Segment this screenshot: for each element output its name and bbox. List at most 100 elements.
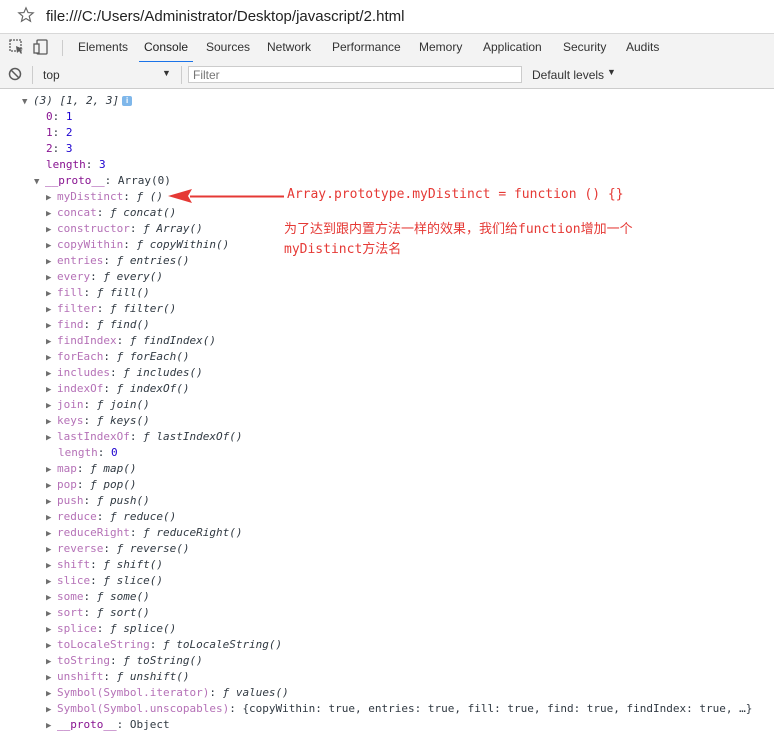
proto-property-row[interactable]: ▶ filter: ƒ filter() (46, 301, 176, 317)
proto-property-row[interactable]: ▶ fill: ƒ fill() (46, 285, 150, 301)
collapsed-triangle-icon[interactable]: ▶ (46, 222, 57, 238)
collapsed-triangle-icon[interactable]: ▶ (46, 670, 57, 686)
collapsed-triangle-icon[interactable]: ▶ (46, 638, 57, 654)
chevron-down-icon[interactable]: ▼ (162, 68, 171, 78)
proto-property-row[interactable]: ▶ includes: ƒ includes() (46, 365, 203, 381)
proto-property-row[interactable]: ▶ unshift: ƒ unshift() (46, 669, 189, 685)
proto-property-row[interactable]: ▶ reduce: ƒ reduce() (46, 509, 176, 525)
collapsed-triangle-icon[interactable]: ▶ (46, 366, 57, 382)
collapsed-triangle-icon[interactable]: ▶ (46, 398, 57, 414)
tab-console[interactable]: Console (138, 34, 194, 63)
proto-property-row[interactable]: ▶ toString: ƒ toString() (46, 653, 203, 669)
proto-property-row[interactable]: ▶ shift: ƒ shift() (46, 557, 163, 573)
collapsed-triangle-icon[interactable]: ▶ (46, 574, 57, 590)
proto-property-row[interactable]: ▶ indexOf: ƒ indexOf() (46, 381, 189, 397)
proto-property-row[interactable]: ▶ Symbol(Symbol.iterator): ƒ values() (46, 685, 289, 701)
collapsed-triangle-icon[interactable]: ▶ (46, 302, 57, 318)
proto-property-row[interactable]: ▶ every: ƒ every() (46, 269, 163, 285)
proto-property-row[interactable]: ▶ reverse: ƒ reverse() (46, 541, 189, 557)
collapsed-triangle-icon[interactable]: ▶ (46, 526, 57, 542)
inspect-element-icon[interactable] (8, 38, 26, 56)
tab-network[interactable]: Network (267, 34, 311, 62)
proto-property-row[interactable]: ▶ concat: ƒ concat() (46, 205, 176, 221)
proto-property-row[interactable]: ▶ keys: ƒ keys() (46, 413, 150, 429)
property-key: every (57, 270, 91, 283)
chevron-down-icon[interactable]: ▼ (607, 67, 616, 77)
collapsed-triangle-icon[interactable]: ▶ (46, 686, 57, 702)
proto-property-row[interactable]: ▶ some: ƒ some() (46, 589, 150, 605)
collapsed-triangle-icon[interactable]: ▶ (46, 350, 57, 366)
collapsed-triangle-icon[interactable]: ▶ (46, 478, 57, 494)
expanded-triangle-icon[interactable]: ▼ (34, 174, 45, 190)
tab-elements[interactable]: Elements (78, 34, 128, 62)
collapsed-triangle-icon[interactable]: ▶ (46, 254, 57, 270)
proto-property-row[interactable]: ▶ reduceRight: ƒ reduceRight() (46, 525, 242, 541)
proto-property-row[interactable]: ▶ find: ƒ find() (46, 317, 150, 333)
array-summary-row[interactable]: ▼ (3) [1, 2, 3] i (22, 93, 133, 110)
proto-property-row[interactable]: ▶ join: ƒ join() (46, 397, 150, 413)
proto-property-row[interactable]: ▶ entries: ƒ entries() (46, 253, 189, 269)
clear-console-icon[interactable] (8, 67, 22, 81)
collapsed-triangle-icon[interactable]: ▶ (46, 558, 57, 574)
context-selector[interactable]: top (43, 68, 60, 82)
proto-property-row[interactable]: ▶ push: ƒ push() (46, 493, 150, 509)
property-value: ƒ toLocaleString() (162, 638, 283, 651)
collapsed-triangle-icon[interactable]: ▶ (46, 414, 57, 430)
proto-row[interactable]: ▼ __proto__: Array(0) (34, 173, 171, 189)
collapsed-triangle-icon[interactable]: ▶ (46, 382, 57, 398)
proto-property-row[interactable]: ▶ lastIndexOf: ƒ lastIndexOf() (46, 429, 242, 445)
tab-memory[interactable]: Memory (419, 34, 462, 62)
collapsed-triangle-icon[interactable]: ▶ (46, 590, 57, 606)
collapsed-triangle-icon[interactable]: ▶ (46, 318, 57, 334)
filter-input[interactable] (188, 66, 522, 83)
collapsed-triangle-icon[interactable]: ▶ (46, 718, 57, 734)
proto-property-row[interactable]: ▶ findIndex: ƒ findIndex() (46, 333, 216, 349)
collapsed-triangle-icon[interactable]: ▶ (46, 334, 57, 350)
collapsed-triangle-icon[interactable]: ▶ (46, 462, 57, 478)
bookmark-star-icon[interactable] (17, 6, 35, 24)
tab-application[interactable]: Application (483, 34, 542, 62)
tab-audits[interactable]: Audits (626, 34, 659, 62)
collapsed-triangle-icon[interactable]: ▶ (46, 430, 57, 446)
device-toolbar-icon[interactable] (33, 38, 51, 56)
collapsed-triangle-icon[interactable]: ▶ (46, 270, 57, 286)
property-key: reverse (57, 542, 104, 555)
console-toolbar: top ▼ Default levels ▼ (0, 62, 774, 89)
entry-key: 1 (46, 126, 53, 139)
property-key: toLocaleString (57, 638, 150, 651)
collapsed-triangle-icon[interactable]: ▶ (46, 190, 57, 206)
log-levels-dropdown[interactable]: Default levels (532, 68, 604, 82)
collapsed-triangle-icon[interactable]: ▶ (46, 542, 57, 558)
collapsed-triangle-icon[interactable]: ▶ (46, 510, 57, 526)
expanded-triangle-icon[interactable]: ▼ (22, 94, 33, 110)
tab-security[interactable]: Security (563, 34, 606, 62)
property-key: reduce (57, 510, 97, 523)
proto-property-row[interactable]: ▶ Symbol(Symbol.unscopables): {copyWithin… (46, 701, 752, 717)
proto-property-row[interactable]: ▶ map: ƒ map() (46, 461, 136, 477)
address-bar: file:///C:/Users/Administrator/Desktop/j… (0, 0, 774, 33)
proto-property-row[interactable]: ▶ copyWithin: ƒ copyWithin() (46, 237, 229, 253)
proto-property-row[interactable]: ▶ myDistinct: ƒ () (46, 189, 163, 205)
proto-property-row[interactable]: ▶ sort: ƒ sort() (46, 605, 150, 621)
proto-property-row[interactable]: ▶ slice: ƒ slice() (46, 573, 163, 589)
property-value: ƒ entries() (116, 254, 190, 267)
collapsed-triangle-icon[interactable]: ▶ (46, 494, 57, 510)
collapsed-triangle-icon[interactable]: ▶ (46, 206, 57, 222)
collapsed-triangle-icon[interactable]: ▶ (46, 654, 57, 670)
url-text[interactable]: file:///C:/Users/Administrator/Desktop/j… (46, 8, 404, 25)
property-value: 0 (111, 446, 118, 459)
proto-property-row[interactable]: ▶ splice: ƒ splice() (46, 621, 176, 637)
tab-sources[interactable]: Sources (206, 34, 250, 62)
collapsed-triangle-icon[interactable]: ▶ (46, 238, 57, 254)
collapsed-triangle-icon[interactable]: ▶ (46, 286, 57, 302)
collapsed-triangle-icon[interactable]: ▶ (46, 622, 57, 638)
proto-property-row[interactable]: ▶ __proto__: Object (46, 717, 170, 733)
proto-property-row[interactable]: ▶ pop: ƒ pop() (46, 477, 136, 493)
proto-property-row[interactable]: ▶ forEach: ƒ forEach() (46, 349, 189, 365)
collapsed-triangle-icon[interactable]: ▶ (46, 606, 57, 622)
devtools-tab-strip: Elements Console Sources Network Perform… (0, 33, 774, 63)
proto-property-row[interactable]: ▶ toLocaleString: ƒ toLocaleString() (46, 637, 282, 653)
collapsed-triangle-icon[interactable]: ▶ (46, 702, 57, 718)
tab-performance[interactable]: Performance (332, 34, 401, 62)
proto-property-row[interactable]: ▶ constructor: ƒ Array() (46, 221, 203, 237)
